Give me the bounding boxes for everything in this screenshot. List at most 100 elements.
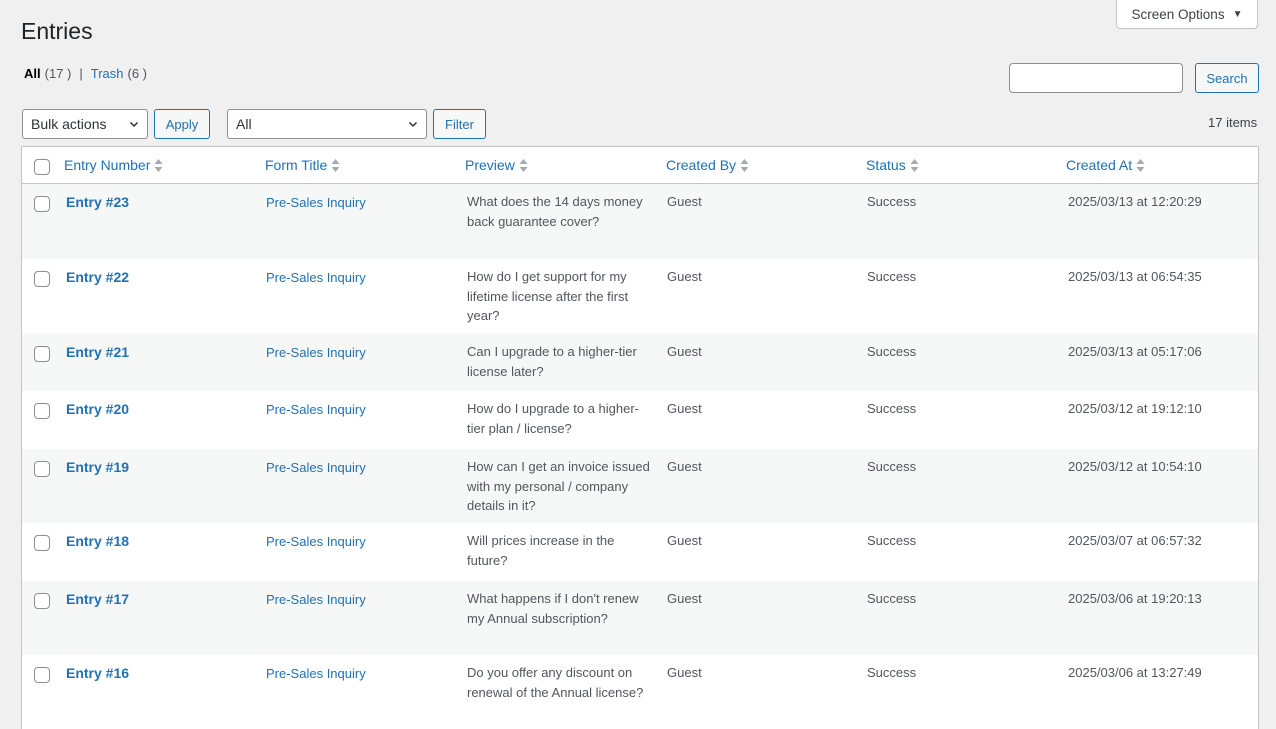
row-checkbox[interactable]: [34, 346, 50, 362]
entry-number-link[interactable]: Entry #20: [66, 400, 129, 420]
sort-arrows-icon: [1136, 158, 1145, 172]
preview-text: What happens if I don't renew my Annual …: [467, 591, 639, 626]
filter-button[interactable]: Filter: [433, 109, 486, 139]
row-checkbox[interactable]: [34, 271, 50, 287]
created-at: 2025/03/06 at 13:27:49: [1068, 665, 1202, 680]
entry-number-link[interactable]: Entry #23: [66, 193, 129, 213]
created-at: 2025/03/06 at 19:20:13: [1068, 591, 1202, 606]
preview-text: What does the 14 days money back guarant…: [467, 194, 643, 229]
preview-text: How can I get an invoice issued with my …: [467, 459, 650, 513]
view-all-link[interactable]: All: [24, 66, 41, 81]
column-label: Entry Number: [64, 157, 151, 173]
table-row: Entry #18 Pre-Sales Inquiry Will prices …: [22, 523, 1258, 581]
column-label: Form Title: [265, 157, 328, 173]
apply-button[interactable]: Apply: [154, 109, 210, 139]
row-checkbox[interactable]: [34, 461, 50, 477]
entry-number-link[interactable]: Entry #22: [66, 268, 129, 288]
created-by: Guest: [667, 344, 702, 359]
row-checkbox[interactable]: [34, 196, 50, 212]
status-text: Success: [867, 591, 917, 606]
form-title-link[interactable]: Pre-Sales Inquiry: [266, 532, 366, 552]
created-at: 2025/03/12 at 10:54:10: [1068, 459, 1202, 474]
form-title-link[interactable]: Pre-Sales Inquiry: [266, 193, 366, 213]
created-at: 2025/03/13 at 06:54:35: [1068, 269, 1202, 284]
column-entry-number[interactable]: Entry Number: [64, 157, 163, 173]
sort-arrows-icon: [154, 158, 163, 172]
status-text: Success: [867, 269, 917, 284]
column-created-by[interactable]: Created By: [666, 157, 749, 173]
column-label: Preview: [465, 157, 515, 173]
search-button[interactable]: Search: [1195, 63, 1259, 93]
preview-text: How do I get support for my lifetime lic…: [467, 269, 629, 323]
entry-number-link[interactable]: Entry #19: [66, 458, 129, 478]
search-input[interactable]: [1009, 63, 1183, 93]
sort-arrows-icon: [519, 158, 528, 172]
screen-options-label: Screen Options: [1131, 6, 1225, 22]
entry-number-link[interactable]: Entry #17: [66, 590, 129, 610]
page-title: Entries: [21, 18, 93, 44]
entry-number-link[interactable]: Entry #16: [66, 664, 129, 684]
sort-arrows-icon: [740, 158, 749, 172]
screen-options-button[interactable]: Screen Options ▼: [1116, 0, 1258, 29]
created-at: 2025/03/12 at 19:12:10: [1068, 401, 1202, 416]
created-by: Guest: [667, 533, 702, 548]
entries-table: Entry Number Form Title Preview Created …: [21, 146, 1259, 729]
preview-text: Will prices increase in the future?: [467, 533, 615, 568]
entry-number-link[interactable]: Entry #18: [66, 532, 129, 552]
view-filters: All (17 ) | Trash (6 ): [24, 66, 147, 81]
status-text: Success: [867, 665, 917, 680]
created-at: 2025/03/13 at 05:17:06: [1068, 344, 1202, 359]
created-by: Guest: [667, 459, 702, 474]
chevron-down-icon: [129, 121, 139, 128]
entry-number-link[interactable]: Entry #21: [66, 343, 129, 363]
table-row: Entry #21 Pre-Sales Inquiry Can I upgrad…: [22, 334, 1258, 391]
items-count: 17 items: [1208, 115, 1258, 130]
view-separator: |: [79, 66, 83, 81]
table-row: Entry #23 Pre-Sales Inquiry What does th…: [22, 184, 1258, 259]
view-trash-link[interactable]: Trash: [91, 66, 124, 81]
column-form-title[interactable]: Form Title: [265, 157, 340, 173]
row-checkbox[interactable]: [34, 593, 50, 609]
form-title-link[interactable]: Pre-Sales Inquiry: [266, 268, 366, 288]
form-title-link[interactable]: Pre-Sales Inquiry: [266, 590, 366, 610]
form-title-link[interactable]: Pre-Sales Inquiry: [266, 458, 366, 478]
column-label: Created At: [1066, 157, 1133, 173]
form-filter-value: All: [236, 116, 252, 132]
column-label: Created By: [666, 157, 737, 173]
created-by: Guest: [667, 591, 702, 606]
created-by: Guest: [667, 269, 702, 284]
caret-down-icon: ▼: [1232, 8, 1243, 20]
table-row: Entry #22 Pre-Sales Inquiry How do I get…: [22, 259, 1258, 334]
column-preview[interactable]: Preview: [465, 157, 528, 173]
chevron-down-icon: [408, 121, 418, 128]
view-all-count: (17 ): [44, 66, 72, 81]
created-by: Guest: [667, 401, 702, 416]
table-header: Entry Number Form Title Preview Created …: [22, 147, 1258, 184]
status-text: Success: [867, 401, 917, 416]
created-at: 2025/03/07 at 06:57:32: [1068, 533, 1202, 548]
table-row: Entry #19 Pre-Sales Inquiry How can I ge…: [22, 449, 1258, 523]
form-title-link[interactable]: Pre-Sales Inquiry: [266, 400, 366, 420]
table-row: Entry #20 Pre-Sales Inquiry How do I upg…: [22, 391, 1258, 449]
created-at: 2025/03/13 at 12:20:29: [1068, 194, 1202, 209]
created-by: Guest: [667, 194, 702, 209]
view-trash-count: (6 ): [127, 66, 148, 81]
row-checkbox[interactable]: [34, 535, 50, 551]
column-created-at[interactable]: Created At: [1066, 157, 1145, 173]
form-title-link[interactable]: Pre-Sales Inquiry: [266, 664, 366, 684]
created-by: Guest: [667, 665, 702, 680]
row-checkbox[interactable]: [34, 403, 50, 419]
form-title-link[interactable]: Pre-Sales Inquiry: [266, 343, 366, 363]
form-filter-select[interactable]: All: [227, 109, 427, 139]
select-all-checkbox[interactable]: [34, 159, 50, 175]
column-status[interactable]: Status: [866, 157, 919, 173]
row-checkbox[interactable]: [34, 667, 50, 683]
bulk-actions-select[interactable]: Bulk actions: [22, 109, 148, 139]
bulk-actions-value: Bulk actions: [31, 116, 107, 132]
status-text: Success: [867, 194, 917, 209]
sort-arrows-icon: [910, 158, 919, 172]
preview-text: How do I upgrade to a higher-tier plan /…: [467, 401, 639, 436]
status-text: Success: [867, 344, 917, 359]
column-label: Status: [866, 157, 906, 173]
table-row: Entry #16 Pre-Sales Inquiry Do you offer…: [22, 655, 1258, 729]
